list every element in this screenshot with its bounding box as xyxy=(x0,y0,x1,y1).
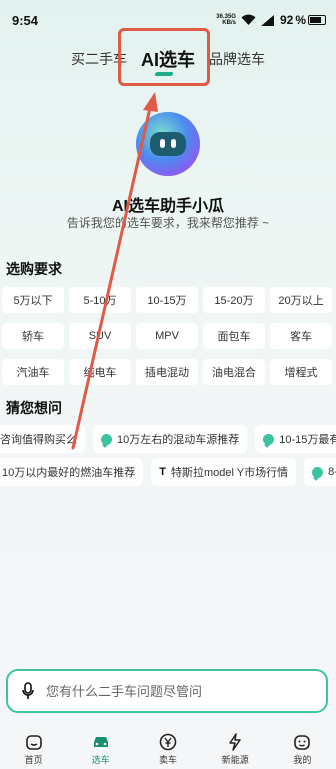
home-icon xyxy=(25,735,42,750)
car-icon xyxy=(93,737,108,747)
profile-icon xyxy=(294,735,311,750)
guess-chip-text: 8-10 xyxy=(328,466,336,478)
status-bar: 9:54 36.35G KB/s 92 % xyxy=(0,0,336,40)
top-tab-bar: 买二手车 AI选车 品牌选车 xyxy=(0,40,336,78)
chip-gasoline[interactable]: 汽油车 xyxy=(2,359,64,385)
tesla-logo-icon: T xyxy=(159,466,166,478)
guess-chip-text: 10万以内最好的燃油车推荐 xyxy=(2,467,136,479)
guess-row-2: 10万以内最好的燃油车推荐 T 特斯拉model Y市场行情 8-10 xyxy=(0,458,336,486)
nav-select-car-label: 选车 xyxy=(91,755,110,765)
mascot-left-eye xyxy=(160,139,165,148)
yen-icon xyxy=(159,733,177,751)
chip-price-10-15w[interactable]: 10-15万 xyxy=(136,287,198,313)
chat-bubble-icon xyxy=(101,433,112,445)
guess-chip[interactable]: T 特斯拉model Y市场行情 xyxy=(151,458,297,486)
battery-icon xyxy=(308,15,326,25)
chip-sedan[interactable]: 轿车 xyxy=(2,323,64,349)
wifi-icon xyxy=(241,14,256,25)
nav-new-energy[interactable]: 新能源 xyxy=(202,730,269,769)
chip-van[interactable]: 面包车 xyxy=(203,323,265,349)
tab-ai-car-selection[interactable]: AI选车 xyxy=(141,46,195,72)
guess-chip[interactable]: 咨询值得购买么 xyxy=(0,425,85,453)
guess-chip[interactable]: 10万左右的混动车源推荐 xyxy=(93,425,248,453)
assistant-title: AI选车助手小瓜 xyxy=(111,198,224,215)
chip-price-5-10w[interactable]: 5-10万 xyxy=(69,287,131,313)
chip-price-over-20w[interactable]: 20万以上 xyxy=(270,287,332,313)
ask-question-bar[interactable] xyxy=(6,669,328,713)
chip-bus[interactable]: 客车 xyxy=(270,323,332,349)
microphone-icon[interactable] xyxy=(22,682,34,700)
battery-percent-sign: % xyxy=(295,13,306,27)
guess-chip[interactable]: 10-15万最有性价比的 xyxy=(255,425,336,453)
tab-used-cars[interactable]: 买二手车 xyxy=(71,49,127,69)
chip-range-extender[interactable]: 增程式 xyxy=(270,359,332,385)
guess-row-1: 咨询值得购买么 10万左右的混动车源推荐 10-15万最有性价比的 xyxy=(0,425,336,453)
nav-profile[interactable]: 我的 xyxy=(269,730,336,769)
nav-home[interactable]: 首页 xyxy=(0,730,67,769)
chip-mpv[interactable]: MPV xyxy=(136,323,198,349)
assistant-mascot-avatar xyxy=(136,112,200,176)
chip-price-under-5w[interactable]: 5万以下 xyxy=(2,287,64,313)
requirements-chip-grid: 5万以下 5-10万 10-15万 15-20万 20万以上 轿车 SUV MP… xyxy=(2,287,336,385)
nav-profile-label: 我的 xyxy=(293,755,312,765)
battery-level: 92 xyxy=(279,13,294,27)
guess-chip[interactable]: 10万以内最好的燃油车推荐 xyxy=(0,458,144,486)
ask-input[interactable] xyxy=(46,683,326,699)
nav-new-energy-label: 新能源 xyxy=(221,755,249,765)
requirements-title: 选购要求 xyxy=(6,261,62,277)
mascot-right-eye xyxy=(171,139,176,148)
nav-select-car[interactable]: 选车 xyxy=(67,730,134,769)
chip-price-15-20w[interactable]: 15-20万 xyxy=(203,287,265,313)
status-icons: 36.35G KB/s 92 % xyxy=(216,13,326,27)
guess-chip-text: 咨询值得购买么 xyxy=(0,434,77,446)
bottom-navigation: 首页 选车 卖车 新能源 我的 xyxy=(0,730,336,769)
signal-icon xyxy=(260,14,274,26)
mascot-face xyxy=(150,132,186,156)
nav-home-label: 首页 xyxy=(24,755,43,765)
chip-suv[interactable]: SUV xyxy=(69,323,131,349)
guess-chip-text: 10万左右的混动车源推荐 xyxy=(117,434,240,446)
network-speed: 36.35G KB/s xyxy=(216,14,236,26)
chat-bubble-icon xyxy=(263,433,275,445)
assistant-subtitle: 告诉我您的选车要求，我来帮您推荐 ~ xyxy=(66,216,270,230)
network-speed-unit: KB/s xyxy=(222,20,236,26)
battery-indicator: 92 % xyxy=(280,13,326,27)
nav-sell-car-label: 卖车 xyxy=(159,755,178,765)
chip-hybrid[interactable]: 油电混合 xyxy=(203,359,265,385)
guess-chip[interactable]: 8-10 xyxy=(304,458,336,486)
guess-title: 猜您想问 xyxy=(6,400,62,416)
lightning-icon xyxy=(229,733,241,751)
tab-brand-selection[interactable]: 品牌选车 xyxy=(209,49,265,69)
chat-bubble-icon xyxy=(312,466,324,478)
status-time: 9:54 xyxy=(12,12,39,28)
guess-chip-text: 10-15万最有性价比的 xyxy=(279,434,336,446)
chip-pure-electric[interactable]: 纯电车 xyxy=(69,359,131,385)
guess-chip-text: 特斯拉model Y市场行情 xyxy=(170,467,289,479)
chip-plugin-hybrid[interactable]: 插电混动 xyxy=(136,359,198,385)
nav-sell-car[interactable]: 卖车 xyxy=(134,730,201,769)
